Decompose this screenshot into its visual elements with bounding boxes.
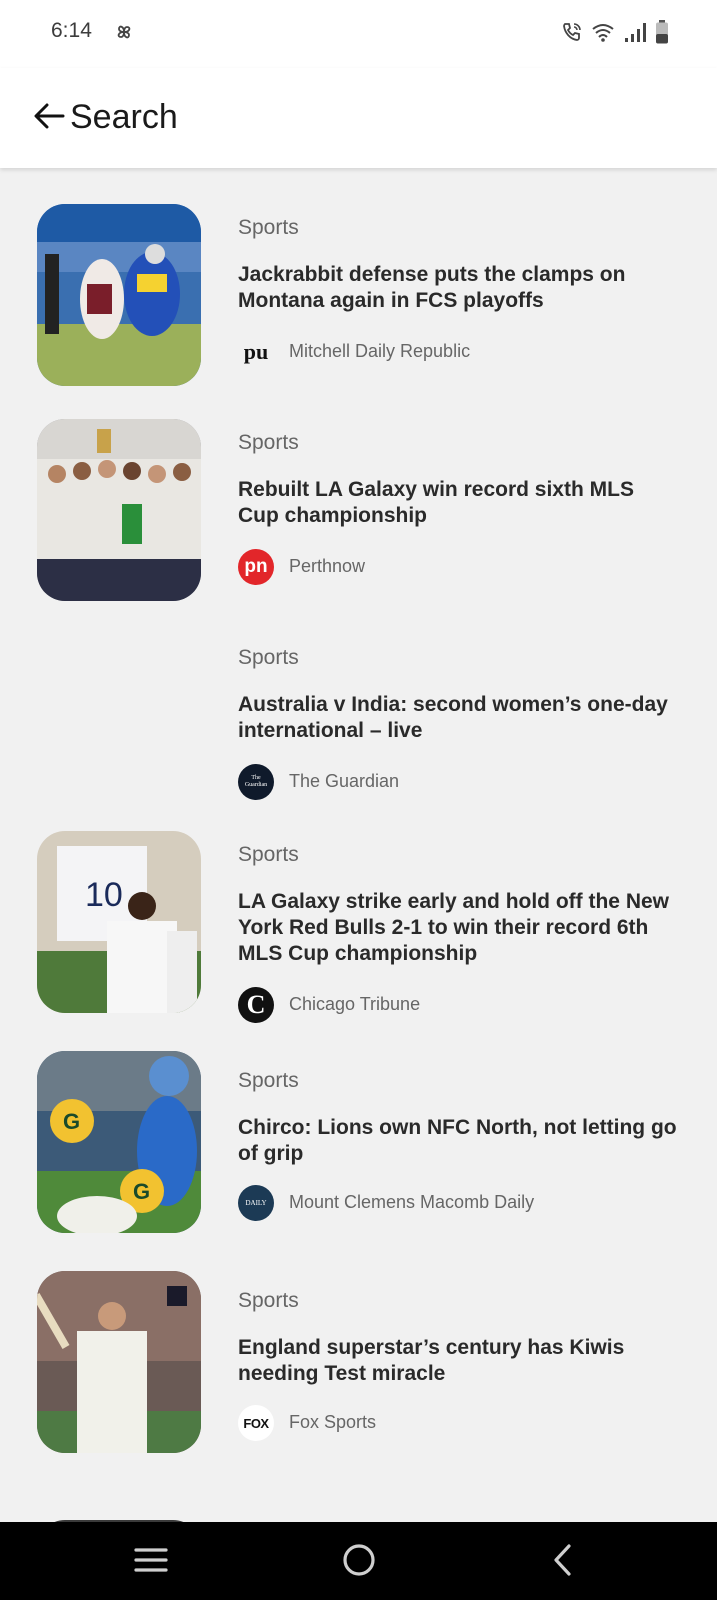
article-source: Mount Clemens Macomb Daily	[289, 1192, 535, 1212]
article-card[interactable]: G G Sports Chirco: Lions own NFC North, …	[0, 1033, 717, 1253]
article-category: Sports	[238, 646, 299, 669]
article-card[interactable]: Sports Rebuilt LA Galaxy win record sixt…	[0, 383, 717, 601]
pinwheel-icon	[117, 25, 131, 39]
mitchell-daily-republic-logo: pu	[238, 334, 274, 370]
system-navigation-bar	[0, 1522, 717, 1600]
status-time: 6:14	[51, 19, 92, 42]
article-card[interactable]: 10 Sports LA Galaxy strike early and hol…	[0, 801, 717, 1033]
article-headline[interactable]: Chirco: Lions own NFC North, not letting…	[238, 1115, 678, 1167]
recent-apps-icon[interactable]	[131, 1540, 171, 1580]
article-category: Sports	[238, 216, 299, 239]
article-source: Mitchell Daily Republic	[289, 341, 471, 361]
search-results-list: Sports Jackrabbit defense puts the clamp…	[0, 168, 717, 1522]
battery-icon	[656, 20, 668, 44]
fox-sports-logo: FOX	[238, 1405, 274, 1441]
article-source: The Guardian	[289, 771, 400, 791]
perthnow-logo: pn	[238, 549, 274, 585]
back-arrow-icon[interactable]	[33, 100, 65, 132]
article-source: Fox Sports	[289, 1412, 377, 1432]
article-source: Perthnow	[289, 556, 366, 576]
article-category: Sports	[238, 431, 299, 454]
macomb-daily-logo: DAILY	[238, 1185, 274, 1221]
svg-text:G: G	[63, 1109, 80, 1134]
article-thumbnail: 10	[37, 831, 201, 1013]
article-thumbnail: G G	[37, 1051, 201, 1233]
wifi-icon	[592, 24, 614, 42]
article-headline[interactable]: LA Galaxy strike early and hold off the …	[238, 889, 678, 967]
article-thumbnail	[37, 1271, 201, 1453]
article-card[interactable]: Sports Jackrabbit defense puts the clamp…	[0, 168, 717, 386]
article-card[interactable]: Sports Australia v India: second women’s…	[0, 598, 717, 801]
article-source: Chicago Tribune	[289, 994, 421, 1014]
article-category: Sports	[238, 843, 299, 866]
app-bar: Search	[0, 68, 717, 168]
home-icon[interactable]	[339, 1540, 379, 1580]
status-icons	[561, 18, 669, 46]
article-headline[interactable]: England superstar’s century has Kiwis ne…	[238, 1335, 678, 1387]
article-headline[interactable]: Jackrabbit defense puts the clamps on Mo…	[238, 262, 678, 314]
svg-text:10: 10	[85, 876, 123, 914]
article-thumbnail	[37, 204, 201, 386]
signal-icon	[625, 23, 646, 42]
article-thumbnail	[37, 419, 201, 601]
article-headline[interactable]: Australia v India: second women’s one-da…	[238, 692, 678, 744]
chicago-tribune-logo: C	[238, 987, 274, 1023]
article-headline[interactable]: Rebuilt LA Galaxy win record sixth MLS C…	[238, 477, 678, 529]
wifi-call-icon	[563, 23, 581, 41]
page-title: Search	[70, 98, 178, 136]
the-guardian-logo: The Guardian	[238, 764, 274, 800]
article-category: Sports	[238, 1289, 299, 1312]
article-category: Sports	[238, 1069, 299, 1092]
article-card[interactable]: Sports England superstar’s century has K…	[0, 1253, 717, 1468]
status-bar: 6:14	[0, 0, 717, 68]
svg-text:G: G	[133, 1179, 150, 1204]
back-icon[interactable]	[545, 1540, 585, 1580]
